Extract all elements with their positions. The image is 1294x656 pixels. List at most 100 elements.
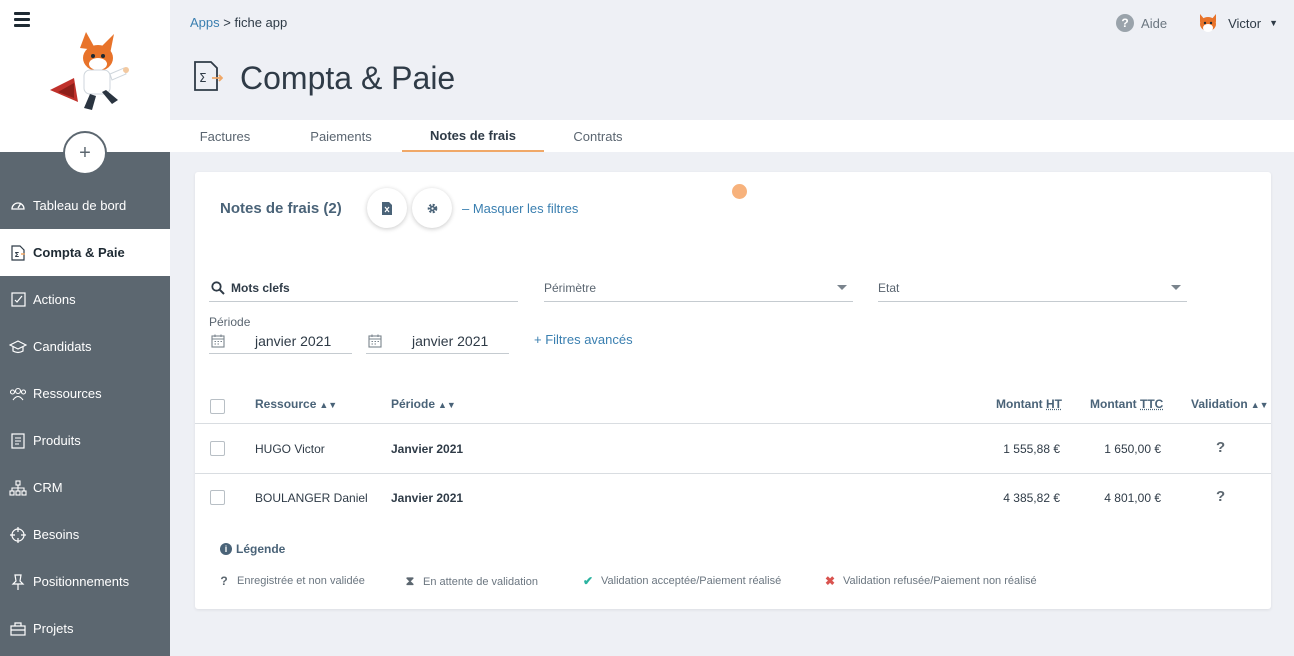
sidebar-item-label: Projets (33, 621, 74, 636)
keywords-field (209, 274, 518, 302)
user-menu[interactable]: Victor ▼ (1197, 12, 1278, 34)
dashboard-icon (9, 197, 27, 215)
column-label: Validation (1191, 397, 1248, 411)
sidebar-item-crm[interactable]: CRM (0, 464, 170, 511)
cell-periode: Janvier 2021 (391, 442, 464, 456)
sidebar-item-label: Candidats (33, 339, 92, 354)
briefcase-icon (9, 620, 27, 638)
gear-icon (427, 203, 437, 213)
column-label: Période (391, 397, 436, 411)
perimetre-label: Périmètre (544, 280, 597, 295)
column-header-validation[interactable]: Validation ▲▼ (1191, 397, 1269, 411)
sidebar-item-label: Produits (33, 433, 81, 448)
legend-label: Validation refusée/Paiement non réalisé (843, 575, 1037, 587)
tab-paiements[interactable]: Paiements (300, 120, 382, 152)
card-title: Notes de frais (2) (220, 200, 342, 217)
export-excel-button[interactable] (367, 188, 407, 228)
column-label: Montant (1090, 397, 1137, 411)
breadcrumb-apps-link[interactable]: Apps (190, 15, 220, 30)
advanced-filters-link[interactable]: + Filtres avancés (534, 332, 633, 347)
column-header-periode[interactable]: Période ▲▼ (391, 397, 456, 411)
avatar (1200, 14, 1217, 32)
invoice-icon: Σ (194, 61, 223, 91)
column-label-ht: HT (1046, 397, 1062, 411)
cell-ressource[interactable]: HUGO Victor (255, 442, 325, 456)
column-header-montant-ttc[interactable]: Montant TTC (1090, 397, 1163, 411)
sidebar: + Tableau de bord Σ Compta & Paie Action… (0, 0, 170, 656)
sidebar-item-label: Actions (33, 292, 76, 307)
legend-label: Validation acceptée/Paiement réalisé (601, 575, 782, 587)
column-header-ressource[interactable]: Ressource ▲▼ (255, 397, 337, 411)
help-button[interactable]: ? Aide (1116, 14, 1167, 32)
sidebar-item-actions[interactable]: Actions (0, 276, 170, 323)
date-to-field[interactable]: janvier 2021 (366, 328, 509, 354)
fox-mascot-logo (50, 32, 129, 110)
sidebar-item-label: Positionnements (33, 574, 130, 589)
sidebar-item-ressources[interactable]: Ressources (0, 370, 170, 417)
menu-icon[interactable] (14, 12, 30, 27)
row-checkbox[interactable] (210, 490, 225, 505)
cell-ressource[interactable]: BOULANGER Daniel (255, 491, 368, 505)
hourglass-icon: ⧗ (405, 574, 415, 588)
tab-contrats[interactable]: Contrats (564, 120, 632, 152)
sort-icon: ▲▼ (1250, 400, 1269, 410)
sidebar-item-candidats[interactable]: Candidats (0, 323, 170, 370)
graduation-cap-icon (9, 338, 27, 356)
legend-title: i Légende (220, 542, 285, 556)
legend-title-text: Légende (236, 542, 286, 556)
column-label: Montant (996, 397, 1043, 411)
checklist-icon (9, 291, 27, 309)
invoice-icon: Σ (9, 244, 27, 262)
cell-montant-ht: 1 555,88 € (1003, 442, 1060, 456)
legend-item: ✖ Validation refusée/Paiement non réalis… (825, 574, 1037, 588)
sidebar-item-label: Compta & Paie (33, 245, 125, 260)
help-label: Aide (1141, 15, 1168, 31)
crosshair-icon (9, 526, 27, 544)
sort-icon: ▲▼ (319, 400, 338, 410)
sidebar-item-positionnements[interactable]: Positionnements (0, 558, 170, 605)
chevron-down-icon: ▼ (1269, 18, 1278, 28)
tab-notes-de-frais[interactable]: Notes de frais (402, 120, 544, 152)
excel-file-icon (382, 201, 392, 215)
perimetre-select[interactable]: Périmètre (544, 274, 853, 302)
hide-filters-link[interactable]: – Masquer les filtres (462, 201, 578, 216)
sidebar-item-label: Tableau de bord (33, 198, 127, 213)
sidebar-item-compta-paie[interactable]: Σ Compta & Paie (0, 229, 170, 276)
search-input[interactable] (231, 280, 518, 295)
legend-label: Enregistrée et non validée (237, 575, 365, 587)
table-row[interactable]: BOULANGER Daniel Janvier 2021 4 385,82 €… (195, 474, 1271, 523)
calendar-icon (211, 334, 225, 348)
sidebar-header (0, 0, 170, 152)
sidebar-item-produits[interactable]: Produits (0, 417, 170, 464)
sidebar-item-besoins[interactable]: Besoins (0, 511, 170, 558)
top-right-bar: ? Aide Victor ▼ (1116, 12, 1278, 34)
column-label: Ressource (255, 397, 317, 411)
date-from-field[interactable]: janvier 2021 (209, 328, 352, 354)
document-icon (9, 432, 27, 450)
settings-button[interactable] (412, 188, 452, 228)
tab-factures[interactable]: Factures (190, 120, 260, 152)
breadcrumb-current: fiche app (234, 15, 288, 30)
column-header-montant-ht[interactable]: Montant HT (996, 397, 1062, 411)
sidebar-item-projets[interactable]: Projets (0, 605, 170, 652)
cell-montant-ttc: 1 650,00 € (1104, 442, 1161, 456)
checkmark-icon: ✔ (583, 574, 594, 588)
question-mark-icon: ? (1216, 439, 1226, 456)
sidebar-nav: Tableau de bord Σ Compta & Paie Actions … (0, 182, 170, 652)
close-icon: ✖ (825, 574, 836, 588)
etat-select[interactable]: Etat (878, 274, 1187, 302)
cell-montant-ht: 4 385,82 € (1003, 491, 1060, 505)
cell-montant-ttc: 4 801,00 € (1104, 491, 1161, 505)
add-button[interactable]: + (63, 131, 107, 175)
breadcrumb: Apps > fiche app (190, 15, 287, 30)
sidebar-item-label: Besoins (33, 527, 80, 542)
date-from-value: janvier 2021 (255, 332, 332, 349)
sidebar-item-label: CRM (33, 480, 63, 495)
calendar-icon (368, 334, 382, 348)
breadcrumb-separator: > (223, 15, 231, 30)
select-all-checkbox[interactable] (210, 399, 225, 414)
row-checkbox[interactable] (210, 441, 225, 456)
legend-item: ? Enregistrée et non validée (219, 574, 365, 588)
sidebar-item-tableau-de-bord[interactable]: Tableau de bord (0, 182, 170, 229)
table-row[interactable]: HUGO Victor Janvier 2021 1 555,88 € 1 65… (195, 425, 1271, 474)
